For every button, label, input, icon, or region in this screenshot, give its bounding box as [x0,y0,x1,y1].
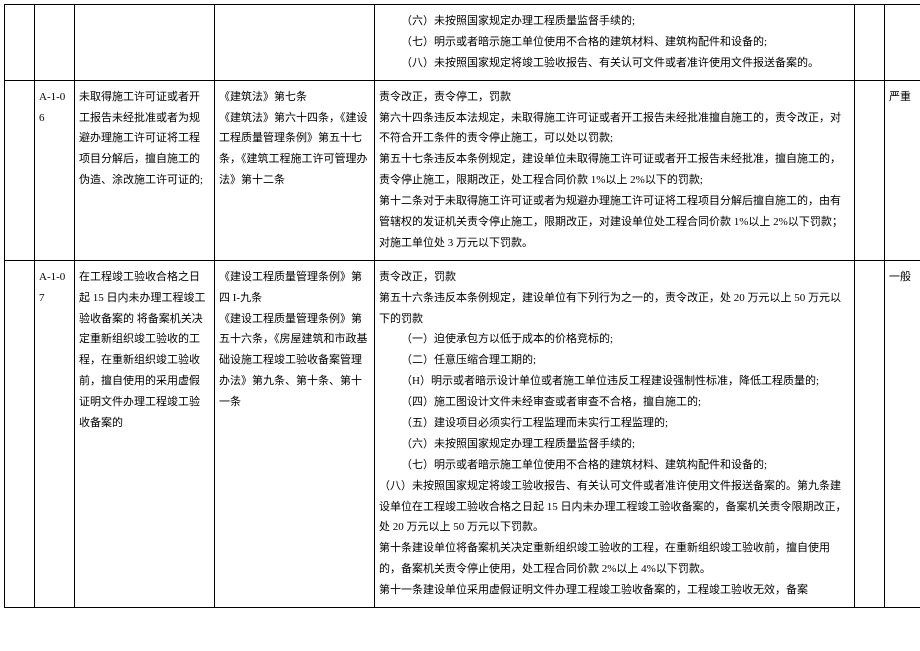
penalty-line: （六）未按照国家规定办理工程质量监督手续的; [379,434,850,455]
penalty-line: （四）施工图设计文件未经审查或者审查不合格，擅自施工的; [379,392,850,413]
penalty-line: 第十一条建设单位采用虚假证明文件办理工程竣工验收备案的，工程竣工验收无效，备案 [379,580,850,601]
cell-id: A-1-06 [35,80,75,260]
penalty-line: （一）迫使承包方以低于成本的价格竞标的; [379,329,850,350]
cell-severity [885,5,920,81]
penalty-line: 第六十四条违反本法规定，未取得施工许可证或者开工报告未经批准擅自施工的，责令改正… [379,108,850,150]
penalty-line: （八）未按照国家规定将竣工验收报告、有关认可文件或者准许使用文件报送备案的。 [379,53,850,74]
cell-basis: 《建设工程质量管理条例》第四 I-九条 《建设工程质量管理条例》第五十六条，《房… [215,260,375,607]
cell-severity: 一般 [885,260,920,607]
penalty-line: 第五十六条违反本条例规定，建设单位有下列行为之一的，责令改正，处 20 万元以上… [379,288,850,330]
penalty-line: 第十条建设单位将备案机关决定重新组织竣工验收的工程，在重新组织竣工验收前，擅自使… [379,538,850,580]
cell-violation [75,5,215,81]
penalty-line: （六）未按照国家规定办理工程质量监督手续的; [379,11,850,32]
table-row: （六）未按照国家规定办理工程质量监督手续的; （七）明示或者暗示施工单位使用不合… [5,5,920,81]
cell-id [35,5,75,81]
penalty-line: 责令改正，责令停工，罚款 [379,87,850,108]
cell-id: A-1-07 [35,260,75,607]
cell-blank [855,5,885,81]
cell-violation: 未取得施工许可证或者开工报告未经批准或者为规避办理施工许可证将工程项目分解后，擅… [75,80,215,260]
table-row: A-1-06 未取得施工许可证或者开工报告未经批准或者为规避办理施工许可证将工程… [5,80,920,260]
table-row: A-1-07 在工程竣工验收合格之日起 15 日内未办理工程竣工验收备案的 将备… [5,260,920,607]
cell-basis: 《建筑法》第七条 《建筑法》第六十四条，《建设工程质量管理条例》第五十七条，《建… [215,80,375,260]
penalty-line: （H）明示或者暗示设计单位或者施工单位违反工程建设强制性标准，降低工程质量的; [379,371,850,392]
cell-penalty: 责令改正，罚款 第五十六条违反本条例规定，建设单位有下列行为之一的，责令改正，处… [375,260,855,607]
penalty-line: （七）明示或者暗示施工单位使用不合格的建筑材料、建筑构配件和设备的; [379,455,850,476]
cell-blank [5,5,35,81]
cell-severity: 严重 [885,80,920,260]
penalty-line: 责令改正，罚款 [379,267,850,288]
penalty-line: （五）建设项目必须实行工程监理而未实行工程监理的; [379,413,850,434]
cell-violation: 在工程竣工验收合格之日起 15 日内未办理工程竣工验收备案的 将备案机关决定重新… [75,260,215,607]
penalty-line: 第五十七条违反本条例规定，建设单位未取得施工许可证或者开工报告未经批准，擅自施工… [379,149,850,191]
cell-penalty: （六）未按照国家规定办理工程质量监督手续的; （七）明示或者暗示施工单位使用不合… [375,5,855,81]
cell-penalty: 责令改正，责令停工，罚款 第六十四条违反本法规定，未取得施工许可证或者开工报告未… [375,80,855,260]
cell-blank [855,80,885,260]
cell-basis [215,5,375,81]
penalty-line: （二）任意压缩合理工期的; [379,350,850,371]
penalty-line: （八）未按照国家规定将竣工验收报告、有关认可文件或者准许使用文件报送备案的。第九… [379,476,850,539]
cell-blank [855,260,885,607]
cell-blank [5,80,35,260]
cell-blank [5,260,35,607]
penalty-line: 第十二条对于未取得施工许可证或者为规避办理施工许可证将工程项目分解后擅自施工的，… [379,191,850,254]
penalty-line: （七）明示或者暗示施工单位使用不合格的建筑材料、建筑构配件和设备的; [379,32,850,53]
regulation-table: （六）未按照国家规定办理工程质量监督手续的; （七）明示或者暗示施工单位使用不合… [4,4,920,608]
